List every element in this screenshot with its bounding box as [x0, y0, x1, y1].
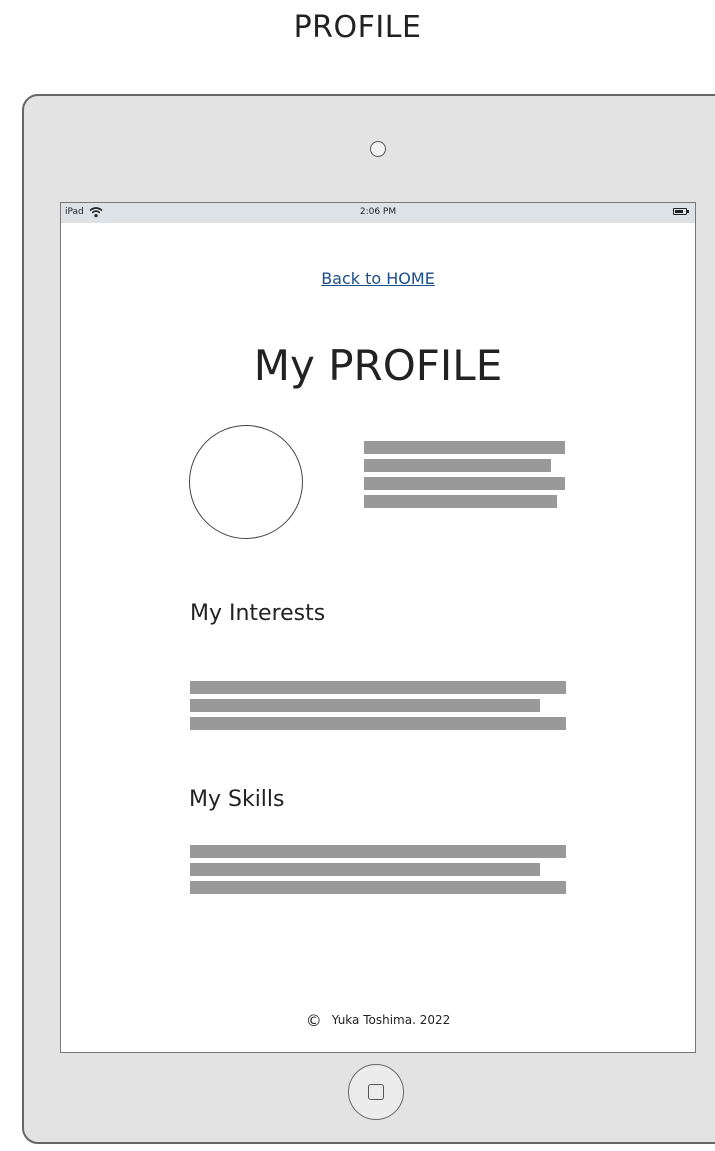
camera-icon [370, 141, 386, 157]
home-button[interactable] [348, 1064, 404, 1120]
bio-line [364, 477, 565, 490]
interests-line [190, 699, 540, 712]
home-square-icon [368, 1084, 384, 1100]
skills-line [190, 863, 540, 876]
avatar-placeholder [189, 425, 303, 539]
skills-heading: My Skills [189, 787, 285, 812]
device-screen: iPad 2:06 PM Back to HOME My PROFILE My … [60, 202, 696, 1053]
ipad-frame: iPad 2:06 PM Back to HOME My PROFILE My … [22, 94, 715, 1144]
status-bar: iPad 2:06 PM [61, 203, 695, 223]
page-title: My PROFILE [253, 341, 503, 390]
copyright-icon: © [305, 1011, 322, 1030]
footer-text: Yuka Toshima. 2022 [331, 1013, 451, 1027]
skills-line [190, 881, 566, 894]
back-to-home-link[interactable]: Back to HOME [61, 269, 695, 288]
interests-heading: My Interests [190, 601, 326, 626]
interests-line [190, 717, 566, 730]
skills-line [190, 845, 566, 858]
wireframe-title: PROFILE [293, 10, 422, 45]
bio-line [364, 441, 565, 454]
bio-line [364, 495, 557, 508]
footer: © Yuka Toshima. 2022 [61, 1011, 695, 1030]
bio-line [364, 459, 551, 472]
canvas: PROFILE iPad 2:06 PM Back to HOME My PRO… [0, 0, 715, 1151]
status-time: 2:06 PM [359, 207, 397, 217]
battery-icon [673, 208, 689, 215]
interests-line [190, 681, 566, 694]
